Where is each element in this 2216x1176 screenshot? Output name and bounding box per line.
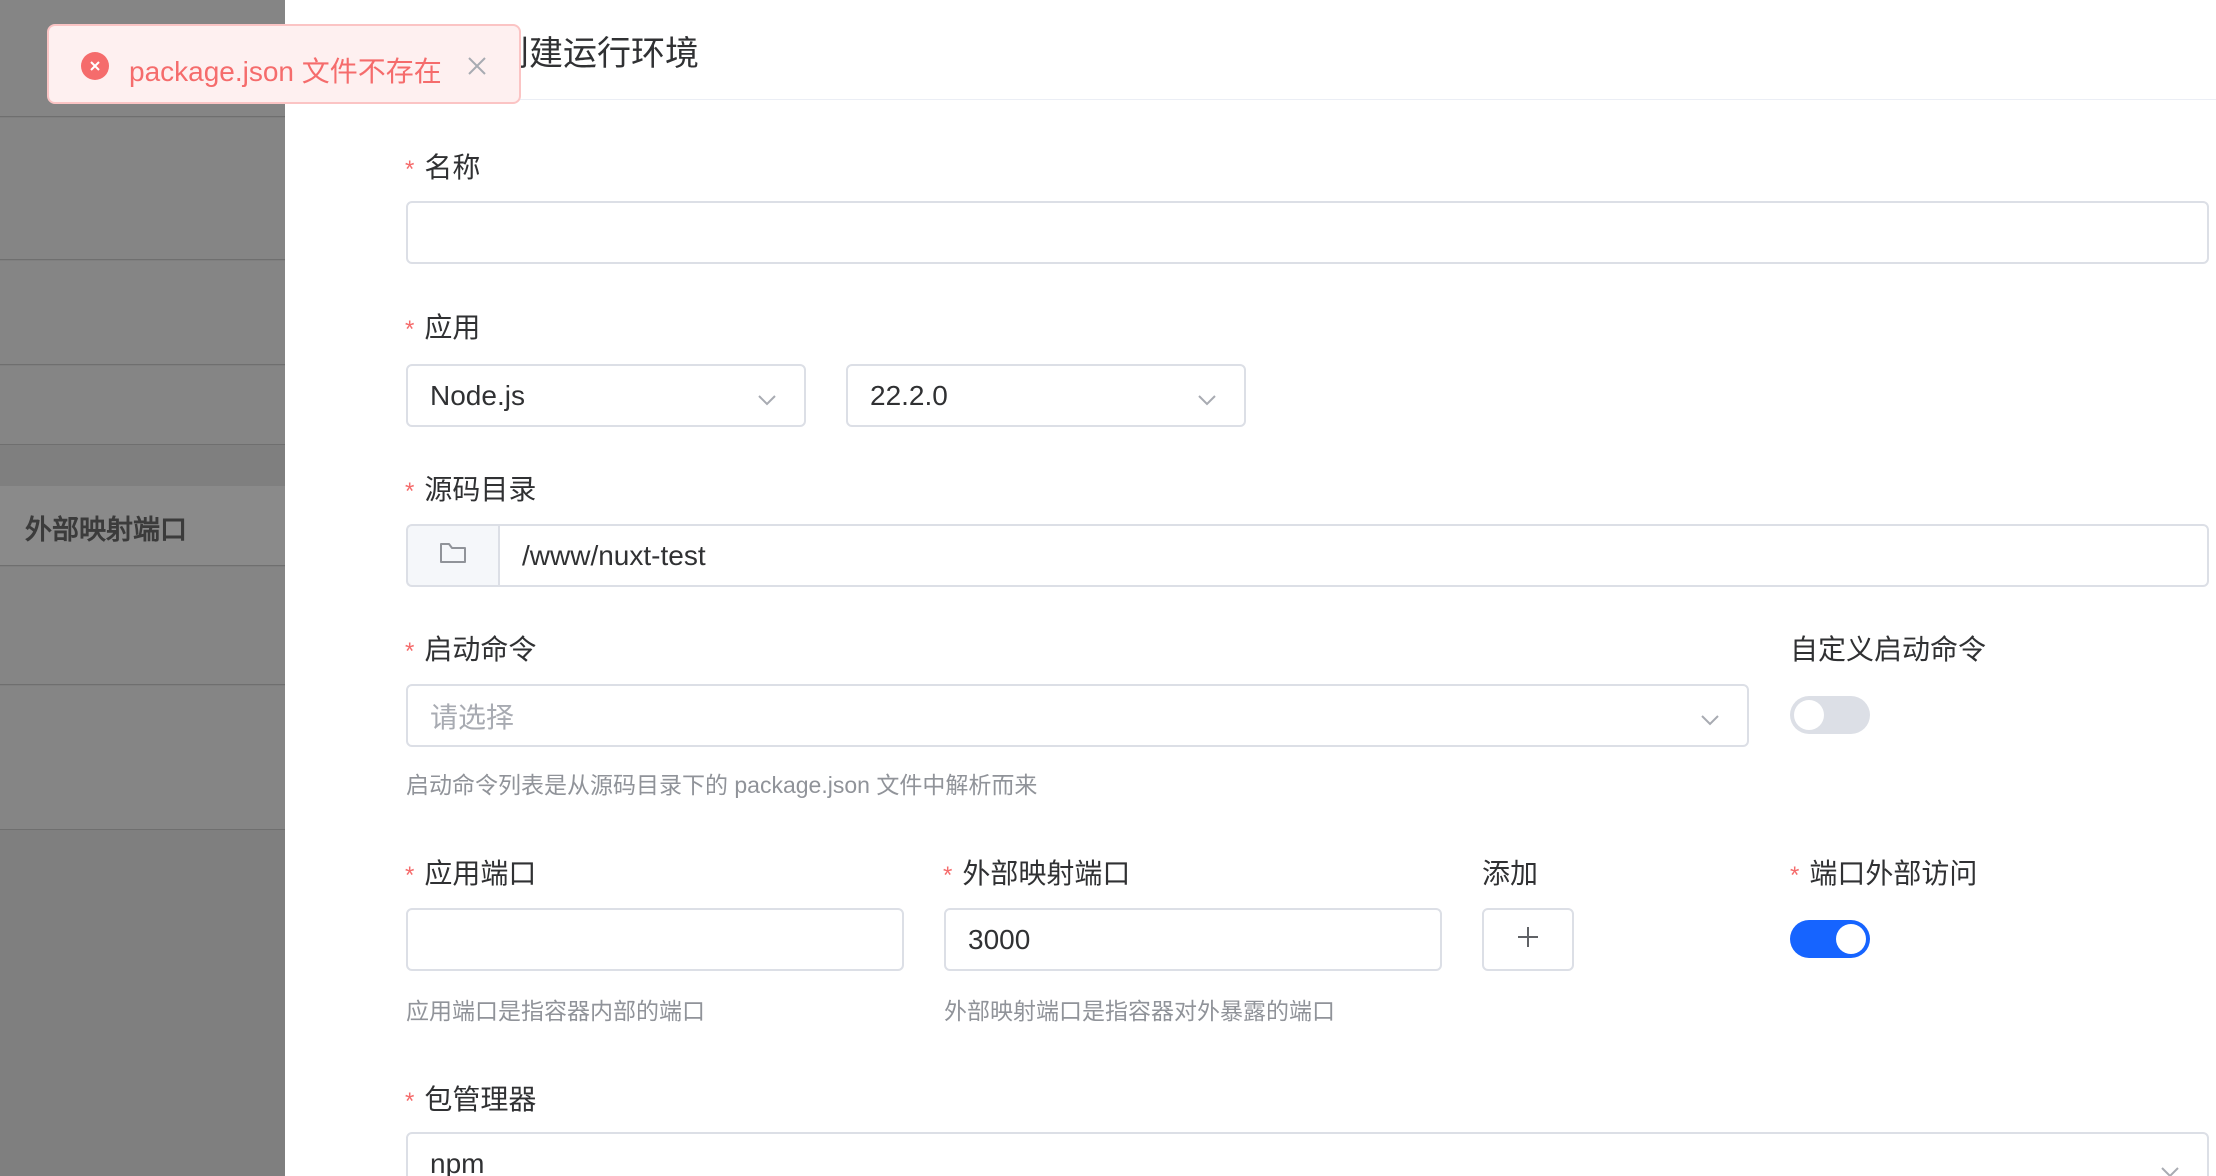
app-port-help: 应用端口是指容器内部的端口	[406, 998, 705, 1024]
background-row	[0, 261, 285, 365]
name-label: * 名称	[405, 152, 481, 183]
add-label: 添加	[1482, 858, 1539, 889]
package-manager-label: * 包管理器	[405, 1084, 537, 1115]
source-dir-label: * 源码目录	[405, 474, 537, 505]
required-mark: *	[405, 638, 415, 665]
chevron-down-icon	[756, 386, 778, 408]
name-input[interactable]	[406, 201, 2209, 264]
app-port-label: * 应用端口	[405, 858, 537, 889]
background-row	[0, 118, 285, 260]
app-select[interactable]: Node.js	[406, 364, 806, 427]
version-select[interactable]: 22.2.0	[846, 364, 1246, 427]
add-port-button[interactable]	[1482, 908, 1574, 971]
app-label: * 应用	[405, 312, 481, 343]
drawer-header: 创建运行环境	[285, 0, 2216, 100]
required-mark: *	[405, 478, 415, 505]
required-mark: *	[405, 156, 415, 183]
switch-knob	[1794, 700, 1824, 730]
external-port-help: 外部映射端口是指容器对外暴露的端口	[944, 998, 1335, 1024]
error-toast: package.json 文件不存在	[47, 24, 521, 104]
plus-icon	[1515, 924, 1541, 955]
required-mark: *	[405, 316, 415, 343]
background-row	[0, 366, 285, 445]
chevron-down-icon	[2159, 1158, 2181, 1176]
switch-knob	[1836, 924, 1866, 954]
required-mark: *	[943, 862, 953, 889]
folder-icon	[439, 540, 467, 571]
start-cmd-select[interactable]: 请选择	[406, 684, 1749, 747]
custom-cmd-switch[interactable]	[1790, 696, 1870, 734]
package-manager-select[interactable]: npm	[406, 1132, 2209, 1176]
start-cmd-label: * 启动命令	[405, 634, 537, 665]
background-column-label: 外部映射端口	[25, 515, 187, 545]
chevron-down-icon	[1699, 706, 1721, 728]
drawer-title: 创建运行环境	[495, 35, 699, 73]
custom-cmd-label: 自定义启动命令	[1790, 634, 1987, 665]
close-icon[interactable]	[465, 54, 489, 78]
start-cmd-help: 启动命令列表是从源码目录下的 package.json 文件中解析而来	[406, 772, 1038, 798]
required-mark: *	[405, 1088, 415, 1115]
port-external-access-label: * 端口外部访问	[1790, 858, 1978, 889]
port-external-access-switch[interactable]	[1790, 920, 1870, 958]
background-row	[0, 567, 285, 685]
external-port-label: * 外部映射端口	[943, 858, 1131, 889]
create-runtime-drawer: 创建运行环境 * 名称 * 应用 Node.js 22.2.0 * 源码目录 /www…	[285, 0, 2216, 1176]
required-mark: *	[405, 862, 415, 889]
source-dir-input[interactable]: /www/nuxt-test	[498, 524, 2209, 587]
external-port-input[interactable]: 3000	[944, 908, 1442, 971]
error-circle-icon	[81, 52, 109, 80]
folder-picker-button[interactable]	[406, 524, 498, 587]
toast-message: package.json 文件不存在	[129, 56, 442, 87]
app-port-input[interactable]	[406, 908, 904, 971]
background-row	[0, 686, 285, 830]
chevron-down-icon	[1196, 386, 1218, 408]
required-mark: *	[1790, 862, 1800, 889]
